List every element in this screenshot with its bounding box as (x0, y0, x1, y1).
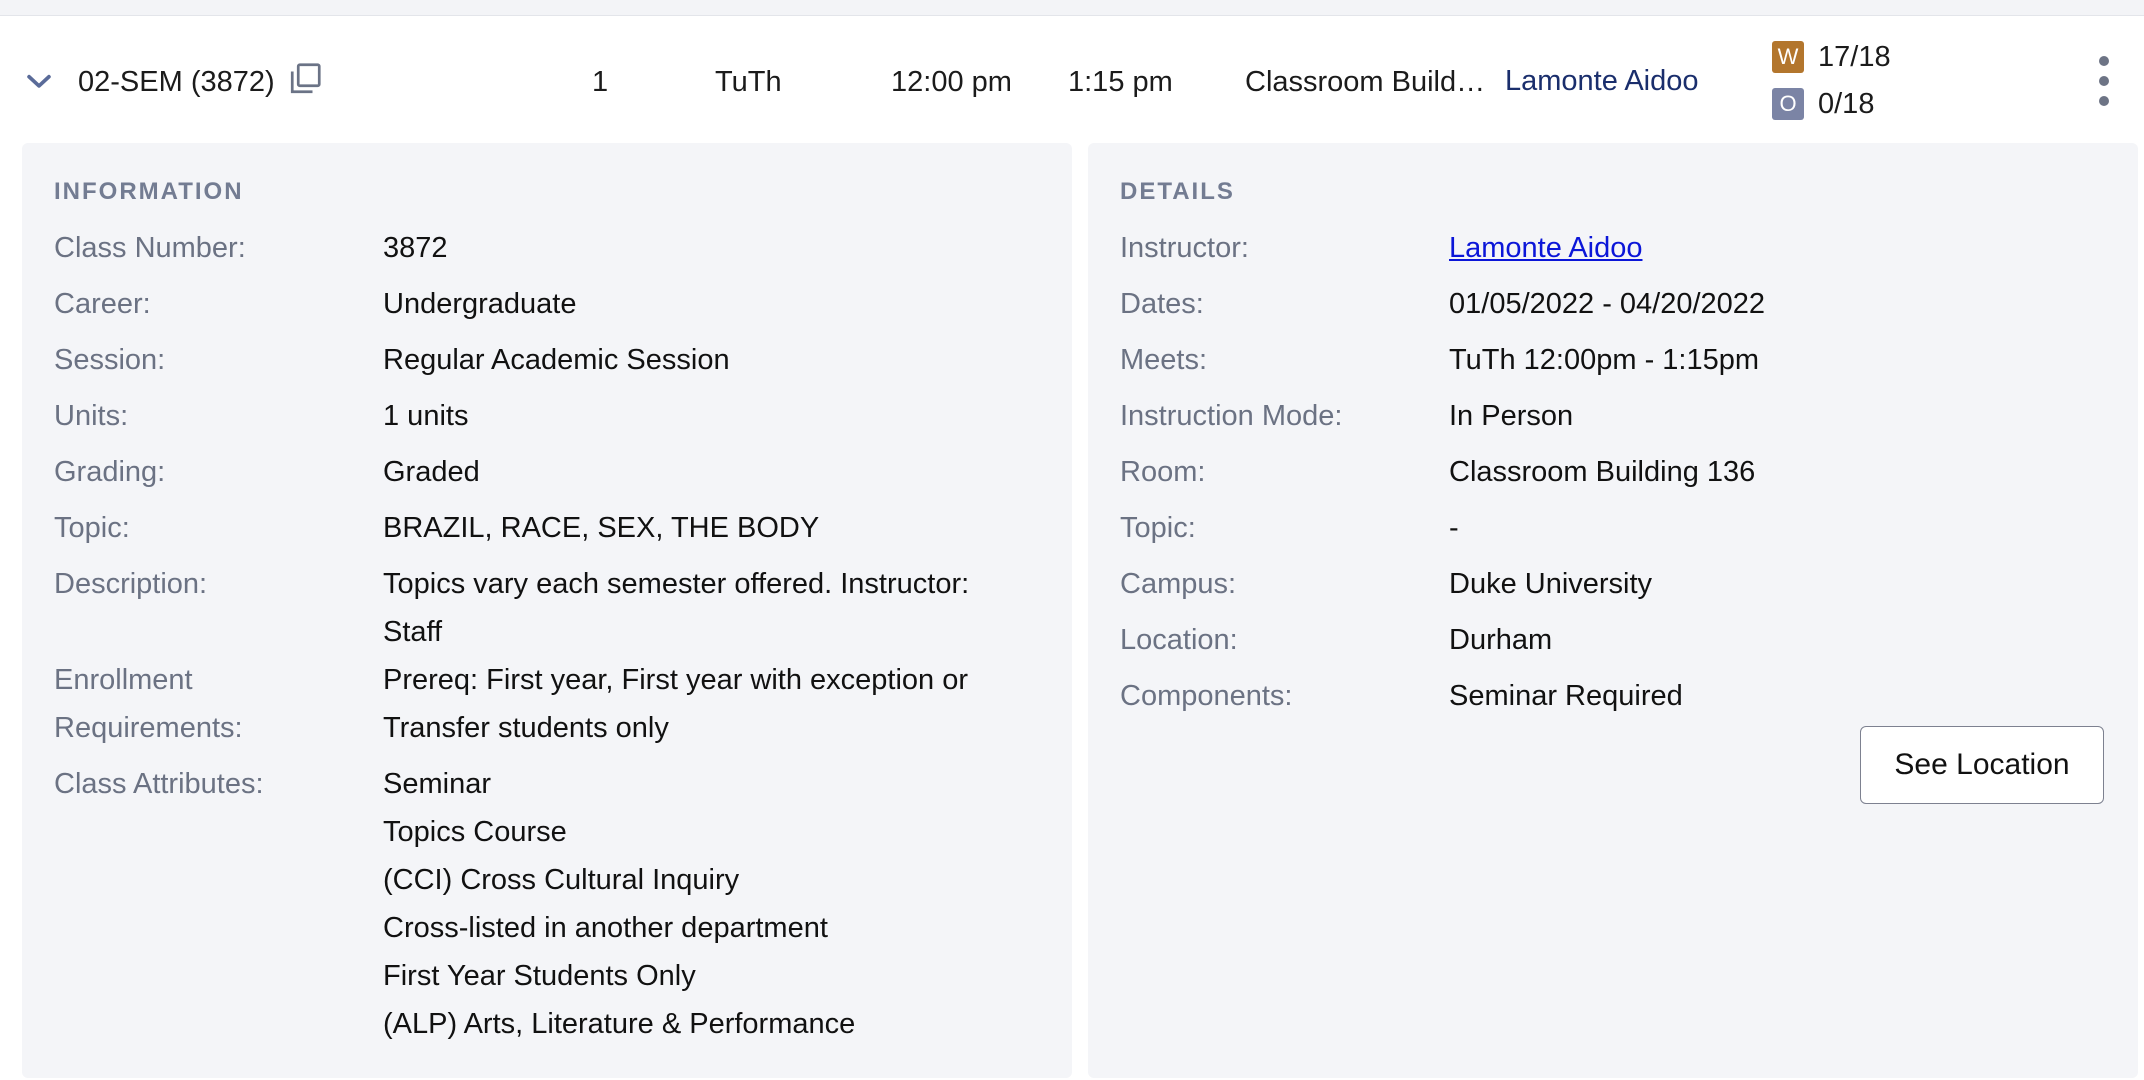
attribute-item: Topics Course (383, 816, 567, 848)
topic-value: BRAZIL, RACE, SEX, THE BODY (383, 512, 820, 544)
information-heading: INFORMATION (54, 178, 244, 205)
end-time-cell: 1:15 pm (1068, 66, 1173, 98)
top-band (0, 0, 2144, 16)
attribute-item: (ALP) Arts, Literature & Performance (383, 1008, 856, 1040)
class-number-value: 3872 (383, 232, 448, 264)
start-time-cell: 12:00 pm (891, 66, 1012, 98)
chevron-down-icon[interactable] (22, 64, 56, 98)
enrollment-line-1: Prereq: First year, First year with exce… (383, 664, 969, 696)
grading-value: Graded (383, 456, 480, 488)
room-label: Room: (1120, 456, 1206, 488)
description-label: Description: (54, 568, 208, 600)
days-cell: TuTh (715, 66, 782, 98)
details-topic-label: Topic: (1120, 512, 1196, 544)
room-cell: Classroom Build… (1245, 66, 1486, 98)
enrollment-label-line-2: Requirements: (54, 712, 243, 744)
instructor-name-link[interactable]: Lamonte Aidoo (1449, 232, 1642, 264)
details-heading: DETAILS (1120, 178, 1235, 205)
instructor-link[interactable]: Lamonte Aidoo (1505, 64, 1698, 98)
units-label: Units: (54, 400, 129, 432)
dates-value: 01/05/2022 - 04/20/2022 (1449, 288, 1766, 320)
units-cell: 1 (592, 66, 609, 98)
details-topic-value: - (1449, 512, 1459, 544)
description-line-1: Topics vary each semester offered. Instr… (383, 568, 970, 600)
enrollment-label-line-1: Enrollment (54, 664, 193, 696)
instructor-label: Instructor: (1120, 232, 1249, 264)
attribute-item: Seminar (383, 768, 491, 800)
waitlist-count: 17/18 (1818, 41, 1891, 73)
dates-label: Dates: (1120, 288, 1204, 320)
instruction-mode-label: Instruction Mode: (1120, 400, 1343, 432)
career-label: Career: (54, 288, 151, 320)
enrollment-line-2: Transfer students only (383, 712, 669, 744)
waitlist-badge: W (1772, 41, 1804, 73)
location-label: Location: (1120, 624, 1238, 656)
attribute-item: Cross-listed in another department (383, 912, 828, 944)
instruction-mode-value: In Person (1449, 400, 1574, 432)
open-count: 0/18 (1818, 88, 1875, 120)
class-number-label: Class Number: (54, 232, 246, 264)
see-location-button[interactable]: See Location (1860, 726, 2104, 804)
components-value: Seminar Required (1449, 680, 1683, 712)
instructor-detail-link[interactable]: Lamonte Aidoo (1449, 224, 1642, 272)
description-line-2: Staff (383, 616, 443, 648)
campus-value: Duke University (1449, 568, 1653, 600)
copy-icon[interactable] (287, 61, 323, 97)
attribute-item: First Year Students Only (383, 960, 696, 992)
units-value: 1 units (383, 400, 469, 432)
components-label: Components: (1120, 680, 1293, 712)
open-badge: O (1772, 88, 1804, 120)
class-attributes-label: Class Attributes: (54, 768, 264, 800)
section-row[interactable]: 02-SEM (3872) 1 TuTh 12:00 pm 1:15 pm Cl… (0, 16, 2144, 146)
meets-value: TuTh 12:00pm - 1:15pm (1449, 344, 1760, 376)
career-value: Undergraduate (383, 288, 577, 320)
section-name: 02-SEM (3872) (78, 66, 275, 98)
meets-label: Meets: (1120, 344, 1208, 376)
session-label: Session: (54, 344, 166, 376)
more-options-icon[interactable] (2088, 56, 2120, 116)
location-value: Durham (1449, 624, 1553, 656)
campus-label: Campus: (1120, 568, 1237, 600)
room-value: Classroom Building 136 (1449, 456, 1756, 488)
session-value: Regular Academic Session (383, 344, 730, 376)
grading-label: Grading: (54, 456, 166, 488)
topic-label: Topic: (54, 512, 130, 544)
attribute-item: (CCI) Cross Cultural Inquiry (383, 864, 740, 896)
